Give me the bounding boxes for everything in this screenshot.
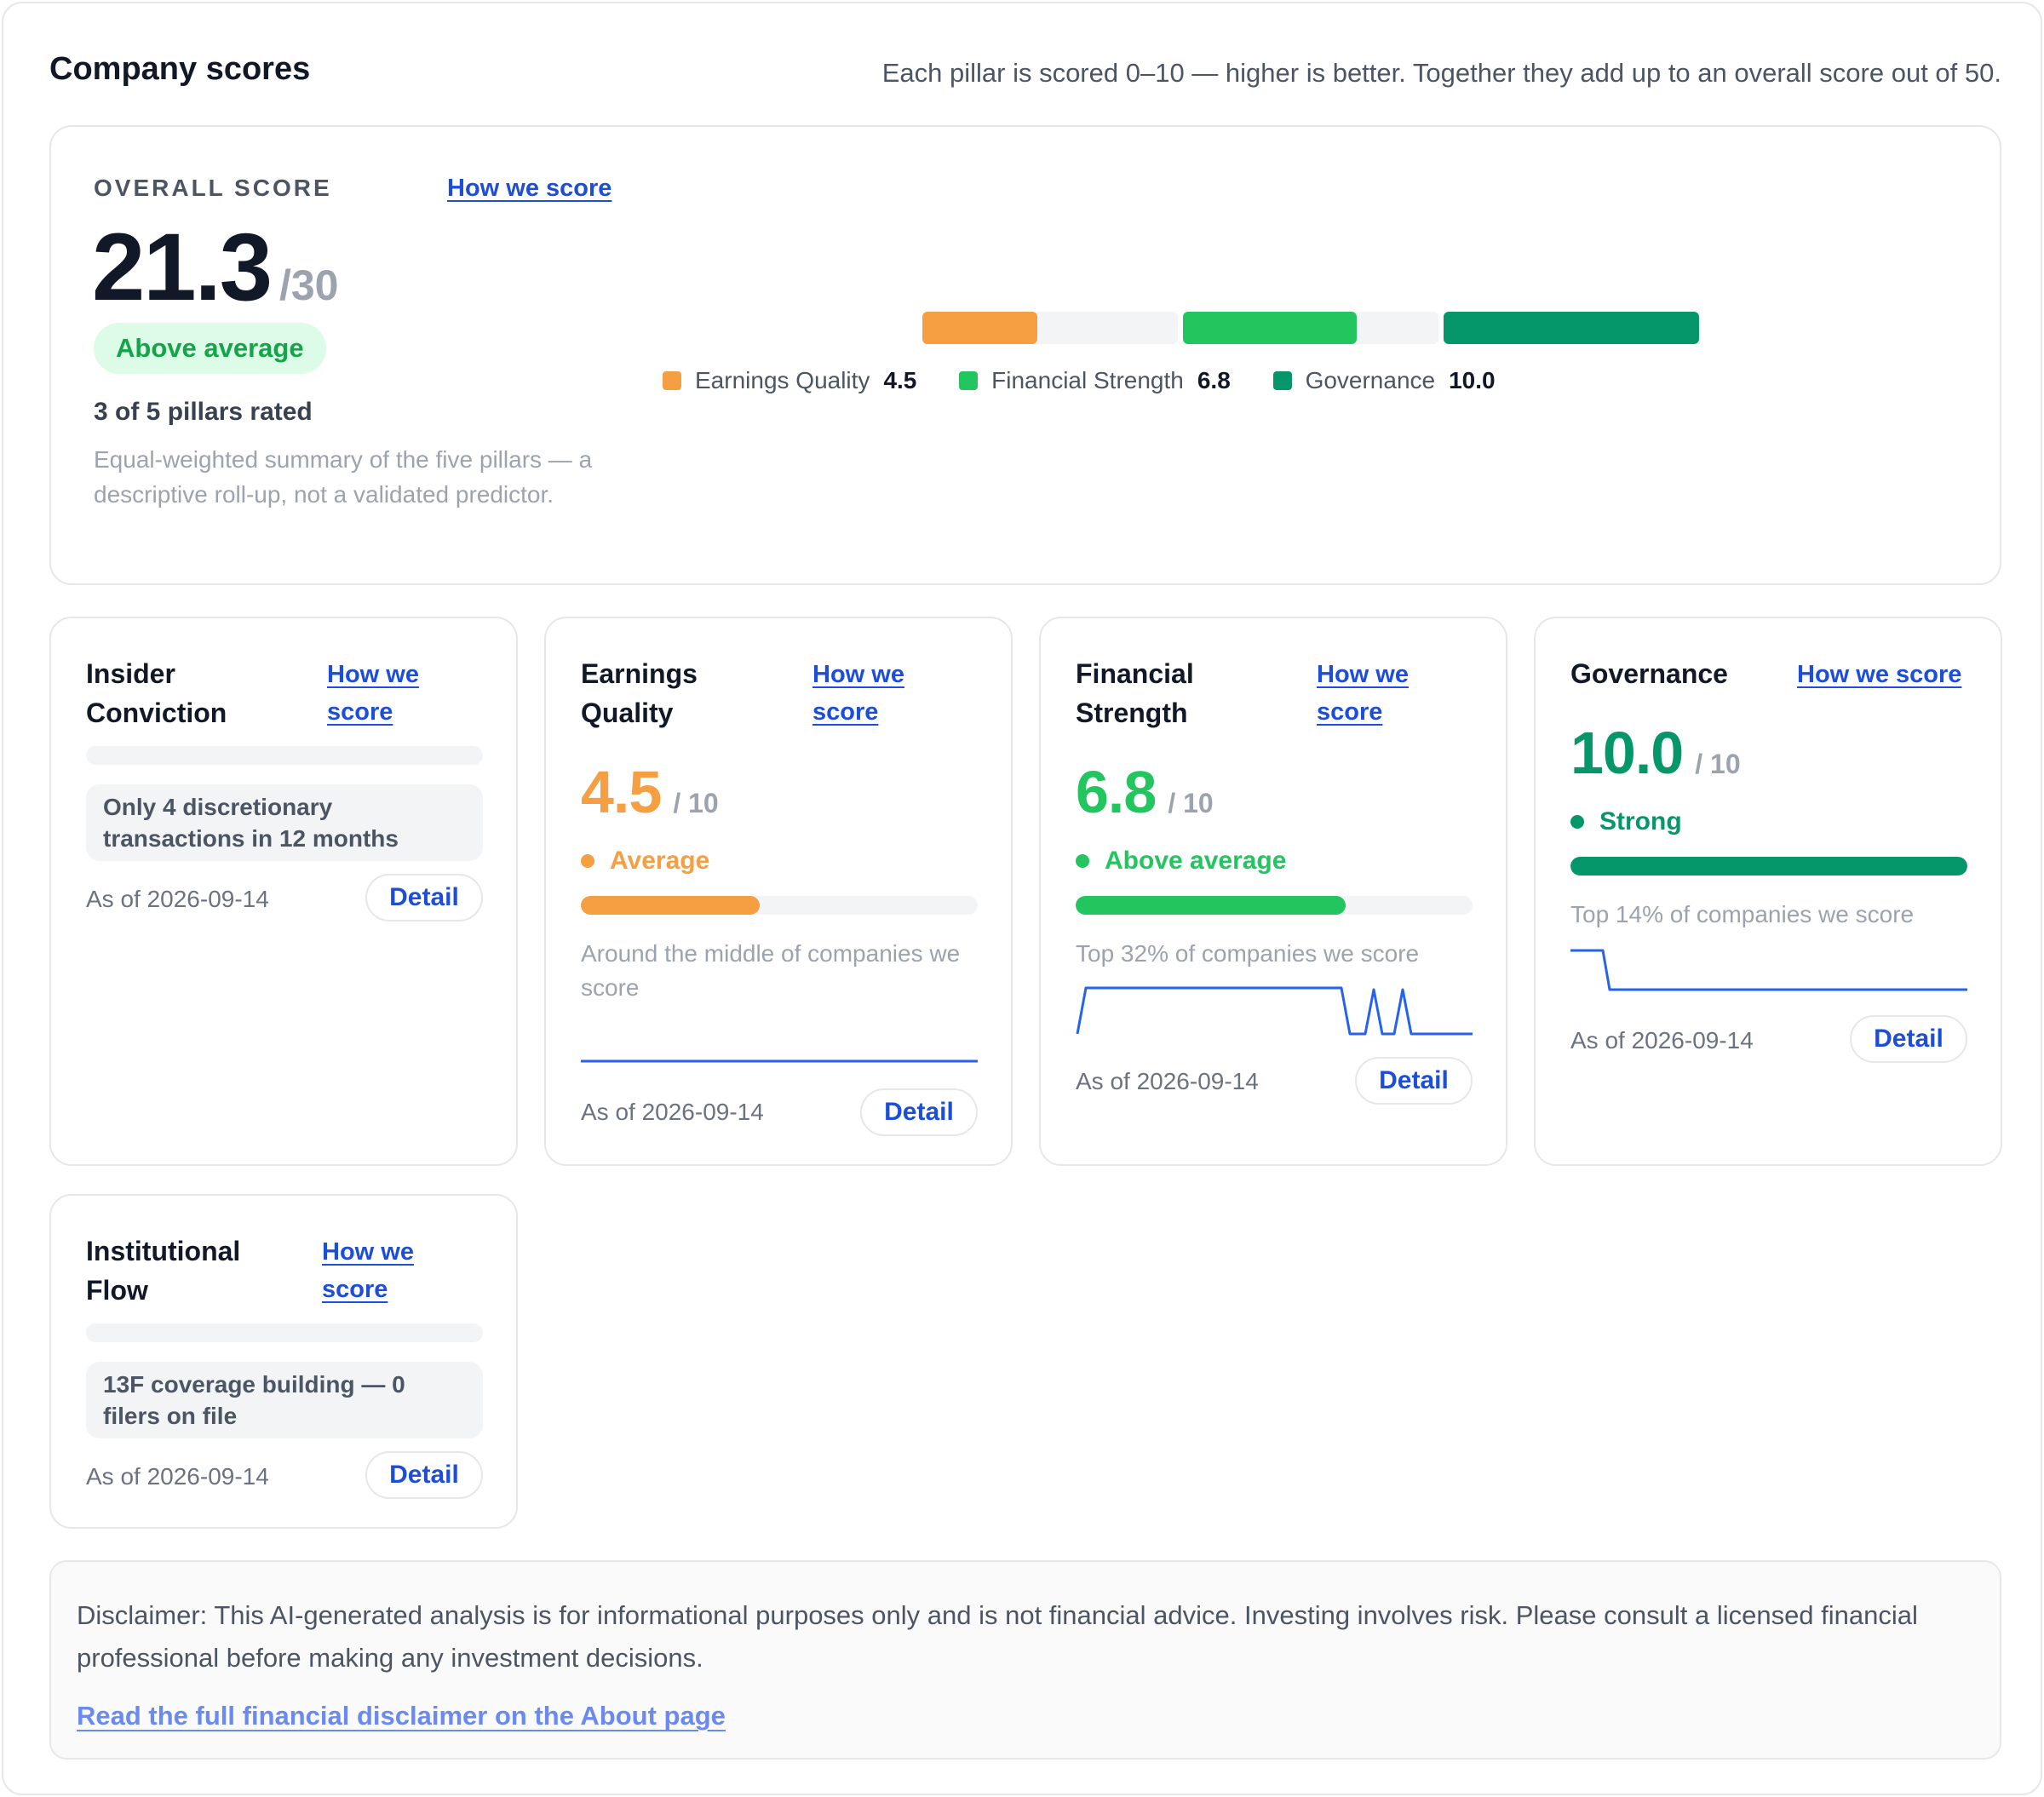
overall-description: Equal-weighted summary of the five pilla… xyxy=(94,446,593,508)
pillar-score-bar-empty xyxy=(86,1323,483,1342)
breakdown-segment-earnings xyxy=(922,312,1178,344)
pillar-percentile-note: Top 14% of companies we score xyxy=(1570,901,1915,927)
page-subtitle: Each pillar is scored 0–10 — higher is b… xyxy=(881,58,2001,88)
pillar-status: Above average xyxy=(1076,847,1286,876)
status-dot-icon xyxy=(1570,815,1584,829)
page-title: Company scores xyxy=(49,51,311,87)
overall-score-max: /30 xyxy=(278,261,339,309)
pillar-status: Strong xyxy=(1570,807,1682,836)
pillar-card-insider-conviction: Insider Conviction How we score Only 4 d… xyxy=(49,617,518,1166)
pillar-detail-button[interactable]: Detail xyxy=(365,874,483,921)
pillars-rated-count: 3 of 5 pillars rated xyxy=(94,398,313,426)
pillar-card-governance: Governance How we score 10.0/ 10 Strong … xyxy=(1534,617,2002,1166)
legend-swatch-earnings xyxy=(663,371,681,390)
pillar-history-sparkline xyxy=(1570,949,1967,991)
sparkline-line xyxy=(1076,986,1473,1036)
breakdown-fill-governance xyxy=(1444,312,1699,344)
pillar-percentile-note: Around the middle of companies we score xyxy=(581,940,961,1001)
pillar-how-we-score-link[interactable]: How we score xyxy=(812,656,949,731)
pillar-as-of-date: As of 2026-09-14 xyxy=(86,886,269,912)
overall-how-we-score-link[interactable]: How we score xyxy=(447,175,611,203)
pillar-score-denominator: / 10 xyxy=(673,788,719,818)
legend-label: Financial Strength xyxy=(991,367,1184,393)
pillar-score-fill xyxy=(1076,896,1346,915)
pillar-score-fill xyxy=(581,896,760,915)
pillar-score-bar xyxy=(1076,896,1473,915)
pillar-status-message: Only 4 discretionary transactions in 12 … xyxy=(86,784,483,861)
pillar-title: Institutional Flow xyxy=(86,1236,241,1306)
disclaimer-text: Disclaimer: This AI-generated analysis i… xyxy=(77,1600,1918,1673)
disclaimer-box: Disclaimer: This AI-generated analysis i… xyxy=(49,1560,2001,1760)
pillar-score-value: 10.0 xyxy=(1570,720,1684,786)
pillar-status-message: 13F coverage building — 0 filers on file xyxy=(86,1362,483,1438)
pillar-as-of-date: As of 2026-09-14 xyxy=(1570,1027,1754,1054)
legend-value: 4.5 xyxy=(883,367,917,393)
pillar-history-sparkline xyxy=(581,1059,978,1063)
pillar-status-label: Above average xyxy=(1105,847,1287,875)
pillar-score: 10.0 / 10 xyxy=(1570,719,1741,787)
legend-item-governance: Governance 10.0 xyxy=(1272,367,1496,394)
pillar-status-label: Average xyxy=(610,847,710,875)
pillar-score-bar-empty xyxy=(86,746,483,765)
pillar-card-financial-strength: Financial Strength How we score 6.8/ 10 … xyxy=(1039,617,1507,1166)
pillar-score: 6.8 / 10 xyxy=(1076,758,1214,826)
overall-score-value: 21.3 xyxy=(92,214,273,320)
pillar-title: Governance xyxy=(1570,658,1728,689)
pillar-score-value: 4.5 xyxy=(581,759,662,825)
pillar-status: Average xyxy=(581,847,709,876)
pillar-score-bar xyxy=(1570,857,1967,876)
overall-breakdown-bar xyxy=(922,312,1699,344)
legend-swatch-governance xyxy=(1272,371,1292,390)
pillar-detail-button[interactable]: Detail xyxy=(860,1088,978,1136)
legend-item-earnings: Earnings Quality 4.5 xyxy=(663,367,916,394)
pillar-score: 4.5 / 10 xyxy=(581,758,719,826)
page-header: Company scores Each pillar is scored 0–1… xyxy=(49,51,2001,94)
pillar-as-of-date: As of 2026-09-14 xyxy=(581,1099,764,1125)
overall-score-card: OVERALL SCORE How we score 21.3/30 Above… xyxy=(49,125,2001,585)
breakdown-segment-governance xyxy=(1444,312,1699,344)
pillar-as-of-date: As of 2026-09-14 xyxy=(1076,1068,1259,1094)
pillar-score-denominator: / 10 xyxy=(1168,788,1214,818)
breakdown-fill-financial xyxy=(1183,312,1357,344)
pillar-score-value: 6.8 xyxy=(1076,759,1157,825)
legend-value: 6.8 xyxy=(1197,367,1231,393)
pillar-detail-button[interactable]: Detail xyxy=(1355,1057,1473,1105)
overall-breakdown-legend: Earnings Quality 4.5 Financial Strength … xyxy=(663,367,1531,396)
legend-item-financial: Financial Strength 6.8 xyxy=(959,367,1231,394)
pillar-score-fill xyxy=(1570,857,1967,876)
pillar-how-we-score-link[interactable]: How we score xyxy=(327,656,463,731)
overall-score-label: OVERALL SCORE xyxy=(94,175,332,201)
pillar-card-earnings-quality: Earnings Quality How we score 4.5 / 10 Av… xyxy=(544,617,1013,1166)
pillar-title: Insider Conviction xyxy=(86,658,227,728)
breakdown-segment-financial xyxy=(1183,312,1438,344)
pillar-status-label: Strong xyxy=(1599,807,1682,835)
pillar-detail-button[interactable]: Detail xyxy=(365,1451,483,1499)
legend-label: Earnings Quality xyxy=(695,367,870,393)
legend-swatch-financial xyxy=(959,371,979,390)
pillar-title: Earnings Quality xyxy=(581,658,698,728)
pillar-how-we-score-link[interactable]: How we score xyxy=(1317,656,1453,731)
status-dot-icon xyxy=(581,854,594,868)
pillar-score-denominator: / 10 xyxy=(1695,749,1741,779)
overall-score: 21.3/30 xyxy=(92,212,339,322)
pillar-percentile-note: Top 32% of companies we score xyxy=(1076,940,1420,967)
scores-panel: Company scores Each pillar is scored 0–1… xyxy=(2,2,2042,1795)
pillar-how-we-score-link[interactable]: How we score xyxy=(322,1233,458,1308)
sparkline-line xyxy=(1570,949,1967,991)
breakdown-fill-earnings xyxy=(922,312,1037,344)
pillar-detail-button[interactable]: Detail xyxy=(1850,1015,1967,1063)
overall-status-badge: Above average xyxy=(94,323,326,374)
disclaimer-about-link[interactable]: Read the full financial disclaimer on th… xyxy=(77,1701,726,1731)
legend-value: 10.0 xyxy=(1449,367,1496,393)
pillar-title: Financial Strength xyxy=(1076,658,1194,728)
pillar-history-sparkline xyxy=(1076,986,1473,1036)
pillar-score-bar xyxy=(581,896,978,915)
status-dot-icon xyxy=(1076,854,1089,868)
pillar-as-of-date: As of 2026-09-14 xyxy=(86,1463,269,1490)
pillar-how-we-score-link[interactable]: How we score xyxy=(1797,656,1961,693)
pillar-card-institutional-flow: Institutional Flow How we score 13F cove… xyxy=(49,1194,518,1529)
legend-label: Governance xyxy=(1305,367,1436,393)
